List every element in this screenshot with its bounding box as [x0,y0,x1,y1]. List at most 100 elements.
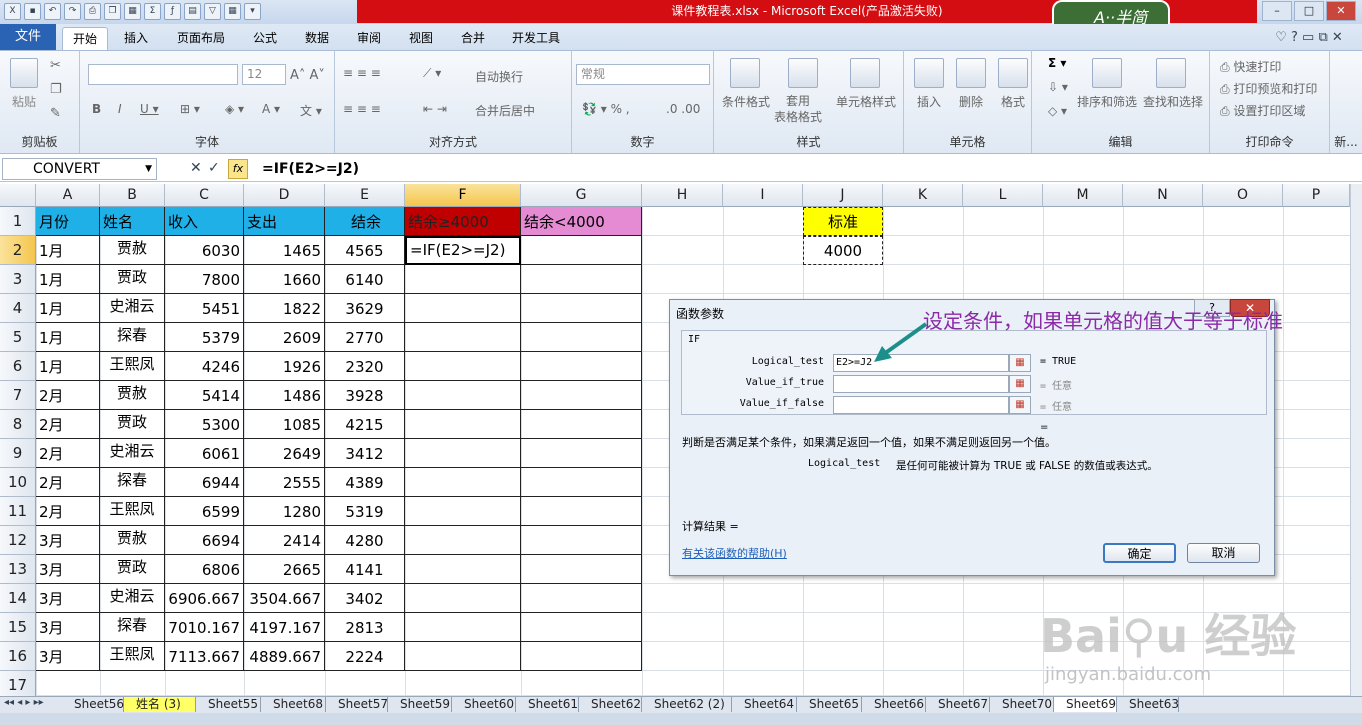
row-header-1[interactable]: 1 [0,207,36,236]
indent-icon[interactable]: ⇤ ⇥ [423,102,447,116]
table-cell[interactable]: 贾政 [100,410,165,439]
table-cell[interactable]: 2320 [325,352,405,381]
insert-function-button[interactable]: fx [228,159,248,179]
table-cell[interactable] [405,526,521,555]
table-cell[interactable] [521,497,642,526]
qat-dropdown-icon[interactable]: ▾ [244,3,261,20]
table-cell[interactable] [521,468,642,497]
autosum-icon[interactable]: Σ ▾ [1048,56,1066,70]
paste-icon[interactable] [10,58,38,88]
table-format-button[interactable]: 套用 表格格式 [774,93,822,125]
column-header-O[interactable]: O [1203,184,1283,207]
sheet-tab[interactable]: Sheet56 [62,697,124,712]
table-cell[interactable]: 4389 [325,468,405,497]
bold-icon[interactable]: B [92,102,101,116]
column-header-K[interactable]: K [883,184,963,207]
minimize-icon[interactable]: – [1262,1,1292,21]
insert-cells-icon[interactable] [914,58,944,88]
header-cell[interactable]: 收入 [165,207,244,236]
fill-color-icon[interactable]: ◈ ▾ [225,102,244,116]
table-cell[interactable] [521,381,642,410]
table-cell[interactable]: 3504.667 [244,584,325,613]
table-cell[interactable] [521,410,642,439]
number-format-combo[interactable]: 常规 [576,64,710,85]
table-cell[interactable]: 5379 [165,323,244,352]
table-cell[interactable]: 6030 [165,236,244,265]
collapse-dialog-icon[interactable]: ▦ [1009,396,1031,414]
table-cell[interactable]: 3月 [36,526,100,555]
enter-formula-icon[interactable]: ✓ [208,160,220,176]
table-cell[interactable]: 6061 [165,439,244,468]
undo-icon[interactable]: ↶ [44,3,61,20]
table-cell[interactable]: 6140 [325,265,405,294]
header-cell[interactable]: 结余 [325,207,405,236]
sheet-tab[interactable]: Sheet69 [1054,697,1117,712]
table-format-icon[interactable] [788,58,818,88]
align-left-icon[interactable]: ≡ ≡ ≡ [343,102,381,116]
formula-input[interactable]: =IF(E2>=J2) [262,159,359,179]
column-header-L[interactable]: L [963,184,1043,207]
sheet-tab[interactable]: Sheet61 [516,697,579,712]
table-cell[interactable]: 5300 [165,410,244,439]
header-cell[interactable]: 月份 [36,207,100,236]
table-cell[interactable]: 3412 [325,439,405,468]
table-cell[interactable] [405,265,521,294]
table-cell[interactable] [405,323,521,352]
sheet-tab[interactable]: Sheet62 [579,697,642,712]
column-header-M[interactable]: M [1043,184,1123,207]
table-cell[interactable] [405,439,521,468]
table-cell[interactable]: 7113.667 [165,642,244,671]
table-cell[interactable]: 王熙凤 [100,642,165,671]
table-cell[interactable]: 贾赦 [100,526,165,555]
table-cell[interactable]: 2770 [325,323,405,352]
clear-icon[interactable]: ◇ ▾ [1048,104,1067,118]
sheet-tab[interactable]: Sheet63 [1117,697,1179,712]
table-cell[interactable]: 3629 [325,294,405,323]
table-cell[interactable] [521,642,642,671]
sheet-tab[interactable]: Sheet66 [862,697,926,712]
row-header-15[interactable]: 15 [0,613,36,642]
align-top-icon[interactable]: ≡ ≡ ≡ [343,66,381,80]
ribbon-help-icons[interactable]: ♡ ? ▭ ⧉ ✕ [1264,27,1354,50]
table-cell[interactable]: 1660 [244,265,325,294]
header-cell[interactable]: 姓名 [100,207,165,236]
table-cell[interactable]: 2813 [325,613,405,642]
table-cell[interactable]: 史湘云 [100,584,165,613]
table-cell[interactable]: 史湘云 [100,439,165,468]
column-header-H[interactable]: H [642,184,723,207]
tab-home[interactable]: 开始 [62,27,108,50]
grow-font-icon[interactable]: A˄ A˅ [290,68,325,83]
table-cell[interactable]: 4141 [325,555,405,584]
table-cell[interactable]: 3月 [36,584,100,613]
column-header-B[interactable]: B [100,184,165,207]
save-icon[interactable]: ▪ [24,3,41,20]
table-cell[interactable]: 3402 [325,584,405,613]
tab-file[interactable]: 文件 [0,24,56,50]
sheet-tab[interactable]: Sheet64 [732,697,797,712]
table-cell[interactable]: 1280 [244,497,325,526]
fx-icon[interactable]: ƒ [164,3,181,20]
delete-cells-icon[interactable] [956,58,986,88]
table-cell[interactable] [405,410,521,439]
function-help-link[interactable]: 有关该函数的帮助(H) [682,545,787,561]
table-cell[interactable]: 6694 [165,526,244,555]
table-cell[interactable]: 3月 [36,555,100,584]
table-cell[interactable] [521,236,642,265]
font-name-combo[interactable] [88,64,238,85]
excel-icon[interactable]: X [4,3,21,20]
orientation-icon[interactable]: ⟋ ▾ [423,66,441,81]
table-cell[interactable]: 探春 [100,613,165,642]
sheet-tab[interactable]: Sheet68 [261,697,326,712]
column-header-I[interactable]: I [723,184,803,207]
copy-icon[interactable]: ❐ [104,3,121,20]
table-cell[interactable]: 王熙凤 [100,352,165,381]
sheet-tab[interactable]: Sheet55 [196,697,261,712]
row-header-13[interactable]: 13 [0,555,36,584]
table-cell[interactable]: 1465 [244,236,325,265]
tab-developer[interactable]: 开发工具 [504,27,568,50]
tab-page-layout[interactable]: 页面布局 [168,27,234,50]
table-cell[interactable]: 1926 [244,352,325,381]
column-header-J[interactable]: J [803,184,883,207]
table-cell[interactable]: 1085 [244,410,325,439]
tab-formulas[interactable]: 公式 [244,27,286,50]
